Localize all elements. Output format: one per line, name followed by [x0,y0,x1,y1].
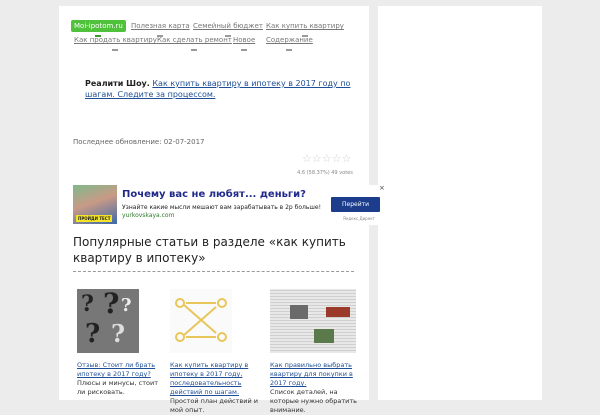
ad-domain[interactable]: yurkovskaya.com [122,212,174,219]
nav-underline-icon [241,49,248,51]
advertisement-banner[interactable]: ПРОЙДИ ТЕСТ Почему вас не любят... деньг… [73,184,385,225]
article-link[interactable]: Отзыв: Стоит ли брать ипотеку в 2017 год… [77,361,167,379]
ad-go-button[interactable]: Перейти [331,197,380,212]
nav-item-family-budget[interactable]: Семейный бюджет [193,21,263,37]
article-excerpt: Плюсы и минусы, стоит ли рисковать. [77,379,158,396]
newspaper-thumbnail[interactable] [270,289,356,353]
promo-block: Реалити Шоу. Как купить квартиру в ипоте… [85,78,360,100]
promo-bold-label: Реалити Шоу. [85,79,150,88]
nav-item-sell-apartment[interactable]: Как продать квартиру [74,35,157,51]
nav-item-contents[interactable]: Содержание [266,35,313,51]
nav-item-buy-apartment[interactable]: Как купить квартиру [266,21,344,37]
nav-item-repair[interactable]: Как сделать ремонт [157,35,232,51]
article-card: Как правильно выбрать квартиру для покуп… [270,289,360,415]
question-marks-thumbnail[interactable]: ? ? ? ? ? [77,289,139,353]
ad-text: Узнайте какие мысли мешают вам зарабатыв… [122,204,321,211]
nav-item-useful-map[interactable]: Полезная карта [131,21,190,37]
article-card: ? ? ? ? ? Отзыв: Стоит ли брать ипотеку … [77,289,167,397]
nav-item-new[interactable]: Новое [233,35,255,51]
last-updated: Последнее обновление: 02-07-2017 [73,138,205,146]
arrows-diagram-thumbnail[interactable] [170,289,232,353]
nav-underline-icon [286,49,293,51]
ad-title[interactable]: Почему вас не любят... деньги? [122,189,306,200]
close-icon[interactable]: × [379,184,385,192]
ad-badge: ПРОЙДИ ТЕСТ [76,215,113,222]
right-sidebar [378,6,542,400]
article-link[interactable]: Как купить квартиру в ипотеку в 2017 год… [170,361,260,397]
star-icon[interactable]: ☆ [332,152,342,165]
article-excerpt: Список деталей, на которые нужно обратит… [270,388,357,414]
star-icon[interactable]: ☆ [302,152,312,165]
ad-network-label[interactable]: Яндекс.Директ [343,216,375,221]
star-icon[interactable]: ☆ [342,152,352,165]
nav-item-home[interactable]: Moi-ipotom.ru [71,20,126,37]
rating-stars[interactable]: ☆☆☆☆☆ [302,153,351,164]
nav-underline-icon [112,49,119,51]
section-divider [73,271,354,272]
star-icon[interactable]: ☆ [322,152,332,165]
article-link[interactable]: Как правильно выбрать квартиру для покуп… [270,361,360,388]
nav-underline-icon [191,49,198,51]
section-title: Популярные статьи в разделе «как купить … [73,235,346,265]
ad-image[interactable]: ПРОЙДИ ТЕСТ [73,185,117,224]
article-card: Как купить квартиру в ипотеку в 2017 год… [170,289,260,415]
star-icon[interactable]: ☆ [312,152,322,165]
top-navigation: Moi-ipotom.ru Полезная карта Семейный бю… [59,6,369,51]
rating-text: 4.6 (58.37%) 49 votes [297,170,353,176]
